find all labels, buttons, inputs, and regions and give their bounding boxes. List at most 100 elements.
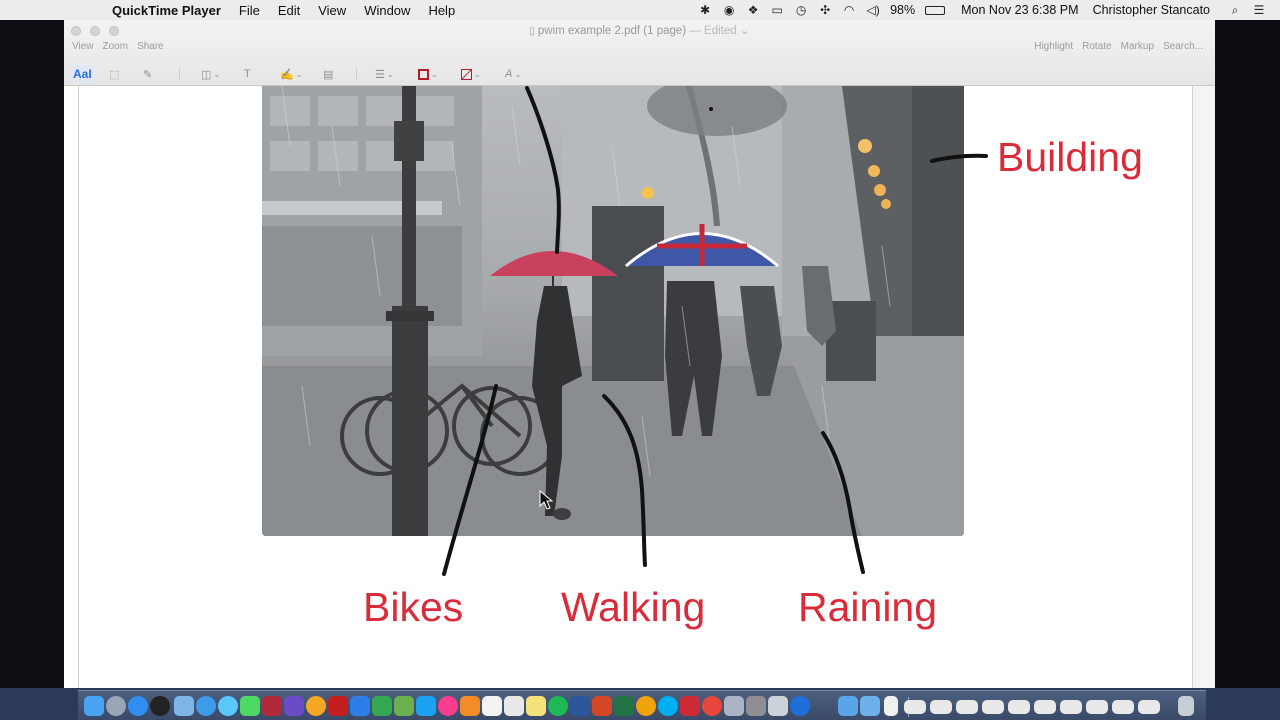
search-field[interactable]: Search... bbox=[1163, 41, 1203, 52]
user-name[interactable]: Christopher Stancato bbox=[1093, 3, 1210, 17]
border-color-icon[interactable]: ⌄ bbox=[418, 65, 438, 83]
text-selection-tool[interactable]: AaI bbox=[71, 65, 94, 83]
screenshot-8-icon[interactable] bbox=[1086, 700, 1108, 714]
status-area: ✱ ◉ ❖ ▭ ◷ ✣ ◠ ◁) 98% Mon Nov 23 6:38 PM … bbox=[698, 0, 1280, 20]
skype-icon[interactable] bbox=[658, 696, 678, 716]
wifi-icon[interactable]: ◠ bbox=[842, 4, 856, 16]
markup-toolbar: AaI ⬚ ✎ ◫ ⌄ T ✍ ⌄ ▤ ☰ ⌄ ⌄ ⌄ A ⌄ bbox=[64, 63, 1215, 85]
menu-file[interactable]: File bbox=[239, 3, 260, 18]
chrome-icon[interactable] bbox=[702, 696, 722, 716]
time-machine-icon[interactable]: ◷ bbox=[794, 4, 808, 16]
file-icon[interactable] bbox=[884, 696, 898, 716]
acrobat-icon[interactable] bbox=[328, 696, 348, 716]
clock[interactable]: Mon Nov 23 6:38 PM bbox=[961, 3, 1078, 17]
markup-button[interactable]: Markup bbox=[1121, 41, 1154, 52]
preview-window: ▯ pwim example 2.pdf (1 page) — Edited ⌄… bbox=[64, 20, 1215, 688]
screenshot-5-icon[interactable] bbox=[1008, 700, 1030, 714]
messages-icon[interactable] bbox=[218, 696, 238, 716]
excel-icon[interactable] bbox=[614, 696, 634, 716]
sketch-icon[interactable]: ✎ bbox=[143, 65, 152, 83]
menu-help[interactable]: Help bbox=[428, 3, 455, 18]
twitter-icon[interactable] bbox=[416, 696, 436, 716]
shapes-icon[interactable]: ◫ ⌄ bbox=[201, 65, 220, 83]
text-box-icon[interactable]: T bbox=[244, 65, 251, 83]
menu-window[interactable]: Window bbox=[364, 3, 410, 18]
share-button[interactable]: Share bbox=[137, 41, 164, 52]
airplay-icon[interactable]: ▭ bbox=[770, 4, 784, 16]
screenshot-4-icon[interactable] bbox=[982, 700, 1004, 714]
app-name-menu[interactable]: QuickTime Player bbox=[112, 3, 221, 18]
itunes-icon[interactable] bbox=[438, 696, 458, 716]
notification-center-icon[interactable]: ☰ bbox=[1252, 4, 1266, 16]
mail-icon[interactable] bbox=[680, 696, 700, 716]
system-prefs-icon[interactable] bbox=[746, 696, 766, 716]
word-icon[interactable] bbox=[570, 696, 590, 716]
imovie-icon[interactable] bbox=[284, 696, 304, 716]
fill-color-icon[interactable]: ⌄ bbox=[461, 65, 481, 83]
desktop-background-left bbox=[0, 20, 64, 688]
menu-edit[interactable]: Edit bbox=[278, 3, 300, 18]
facetime-icon[interactable] bbox=[240, 696, 260, 716]
toolbar-left: View Zoom Share bbox=[72, 41, 164, 52]
dropbox-icon[interactable]: ❖ bbox=[746, 4, 760, 16]
edited-status[interactable]: — Edited ⌄ bbox=[689, 25, 749, 37]
app-store-icon[interactable] bbox=[128, 696, 148, 716]
label-raining: Raining bbox=[798, 584, 938, 630]
photos-icon[interactable] bbox=[306, 696, 326, 716]
highlight-button[interactable]: Highlight bbox=[1034, 41, 1073, 52]
zoom-control[interactable]: Zoom bbox=[103, 41, 129, 52]
screenshot-9-icon[interactable] bbox=[1112, 700, 1134, 714]
safari-icon[interactable] bbox=[196, 696, 216, 716]
photo-booth-icon[interactable] bbox=[262, 696, 282, 716]
spotify-icon[interactable] bbox=[548, 696, 568, 716]
screenshots-icon[interactable] bbox=[724, 696, 744, 716]
quicktime-icon[interactable] bbox=[790, 696, 810, 716]
toolbar-divider bbox=[179, 68, 180, 80]
dashboard-icon[interactable] bbox=[150, 696, 170, 716]
terminal-icon[interactable] bbox=[768, 696, 788, 716]
screenshot-1-icon[interactable] bbox=[904, 700, 926, 714]
maps-icon[interactable] bbox=[394, 696, 414, 716]
screenshot-2-icon[interactable] bbox=[930, 700, 952, 714]
document-title: ▯ pwim example 2.pdf (1 page) — Edited ⌄ bbox=[529, 25, 750, 37]
ibooks-icon[interactable] bbox=[460, 696, 480, 716]
screenshot-6-icon[interactable] bbox=[1034, 700, 1056, 714]
label-building: Building bbox=[997, 134, 1143, 180]
drive-icon[interactable] bbox=[372, 696, 392, 716]
spotlight-search-icon[interactable]: ⌕ bbox=[1228, 4, 1242, 16]
dropbox-icon[interactable] bbox=[350, 696, 370, 716]
screenshot-7-icon[interactable] bbox=[1060, 700, 1082, 714]
line-style-icon[interactable]: ☰ ⌄ bbox=[375, 65, 394, 83]
scroll-area[interactable] bbox=[1193, 86, 1215, 688]
rect-selection-icon[interactable]: ⬚ bbox=[109, 65, 119, 83]
finder-icon[interactable] bbox=[84, 696, 104, 716]
screenshot-3-icon[interactable] bbox=[956, 700, 978, 714]
outlook-icon[interactable] bbox=[636, 696, 656, 716]
calendar-icon[interactable] bbox=[482, 696, 502, 716]
launchpad-icon[interactable] bbox=[106, 696, 126, 716]
applications-folder-icon[interactable] bbox=[838, 696, 858, 716]
trash-icon[interactable] bbox=[1178, 696, 1194, 716]
bluetooth-icon[interactable]: ✱ bbox=[698, 4, 712, 16]
volume-icon[interactable]: ◁) bbox=[866, 4, 880, 16]
notes-icon[interactable] bbox=[526, 696, 546, 716]
page-edge bbox=[78, 86, 79, 688]
record-icon[interactable]: ◉ bbox=[722, 4, 736, 16]
powerpoint-icon[interactable] bbox=[592, 696, 612, 716]
screenshot-10-icon[interactable] bbox=[1138, 700, 1160, 714]
textedit-icon[interactable] bbox=[504, 696, 524, 716]
preview-icon[interactable] bbox=[174, 696, 194, 716]
rotate-button[interactable]: Rotate bbox=[1082, 41, 1111, 52]
view-button[interactable]: View bbox=[72, 41, 94, 52]
battery-icon[interactable] bbox=[925, 5, 946, 15]
sync-icon[interactable]: ✣ bbox=[818, 4, 832, 16]
desktop-background-right bbox=[1215, 20, 1280, 688]
signature-icon[interactable]: ✍ ⌄ bbox=[280, 65, 302, 83]
window-titlebar: ▯ pwim example 2.pdf (1 page) — Edited ⌄… bbox=[64, 20, 1215, 86]
note-icon[interactable]: ▤ bbox=[323, 65, 333, 83]
street-photo bbox=[262, 86, 964, 536]
dock-shelf bbox=[78, 690, 1206, 720]
documents-folder-icon[interactable] bbox=[860, 696, 880, 716]
menu-view[interactable]: View bbox=[318, 3, 346, 18]
text-style-icon[interactable]: A ⌄ bbox=[505, 65, 521, 83]
